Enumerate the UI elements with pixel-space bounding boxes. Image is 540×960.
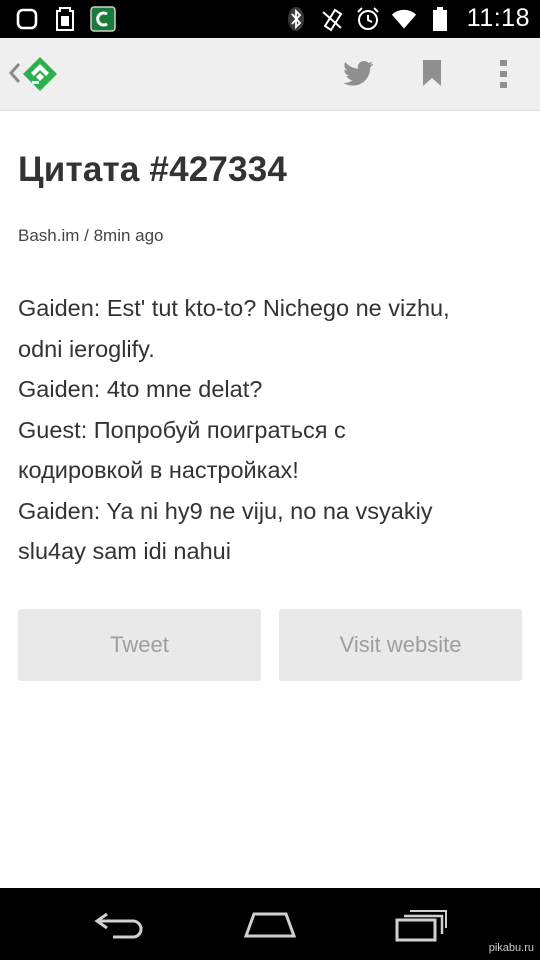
app-bar bbox=[0, 38, 540, 111]
mute-icon bbox=[319, 6, 345, 32]
navigation-bar: pikabu.ru bbox=[0, 888, 540, 960]
bluetooth-icon bbox=[283, 6, 309, 32]
article-title: Цитата #427334 bbox=[18, 150, 288, 189]
quote-line: odni ieroglify. bbox=[18, 335, 155, 362]
sim-card-icon bbox=[52, 6, 78, 32]
twitter-icon[interactable] bbox=[343, 59, 375, 89]
article-meta: Bash.im / 8min ago bbox=[18, 226, 164, 245]
visit-website-button[interactable]: Visit website bbox=[279, 609, 522, 681]
alarm-icon bbox=[355, 6, 381, 32]
tweet-button[interactable]: Tweet bbox=[18, 609, 261, 681]
wifi-icon bbox=[391, 6, 417, 32]
back-icon[interactable] bbox=[93, 910, 147, 940]
square-notification-icon bbox=[14, 6, 40, 32]
quote-line: Gaiden: Est' tut kto-to? Nichego ne vizh… bbox=[18, 295, 450, 321]
recent-apps-icon[interactable] bbox=[394, 908, 448, 942]
watermark: pikabu.ru bbox=[488, 942, 534, 954]
bookmark-icon[interactable] bbox=[421, 58, 443, 88]
quote-line: кодировкой в настройках! bbox=[18, 457, 299, 483]
app-c-icon bbox=[90, 6, 116, 32]
status-bar-right: 11:18 bbox=[283, 4, 530, 33]
status-bar-left bbox=[14, 6, 116, 32]
quote-line: Gaiden: Ya ni hy9 ne viju, no na vsyakiy bbox=[18, 497, 433, 524]
status-clock: 11:18 bbox=[466, 4, 530, 32]
quote-line: slu4ay sam idi nahui bbox=[18, 538, 231, 564]
quote-line: Gaiden: 4to mne delat? bbox=[18, 376, 263, 402]
home-icon[interactable] bbox=[242, 908, 298, 938]
battery-icon bbox=[427, 6, 453, 32]
quote-line: Guest: Попробуй поиграться с bbox=[18, 416, 346, 443]
more-vert-icon[interactable] bbox=[498, 58, 510, 90]
quote-text: Gaiden: Est' tut kto-to? Nichego ne vizh… bbox=[18, 288, 523, 572]
feedly-logo-icon[interactable] bbox=[22, 56, 58, 92]
status-bar: 11:18 bbox=[0, 0, 540, 38]
chevron-left-icon[interactable] bbox=[8, 60, 22, 86]
